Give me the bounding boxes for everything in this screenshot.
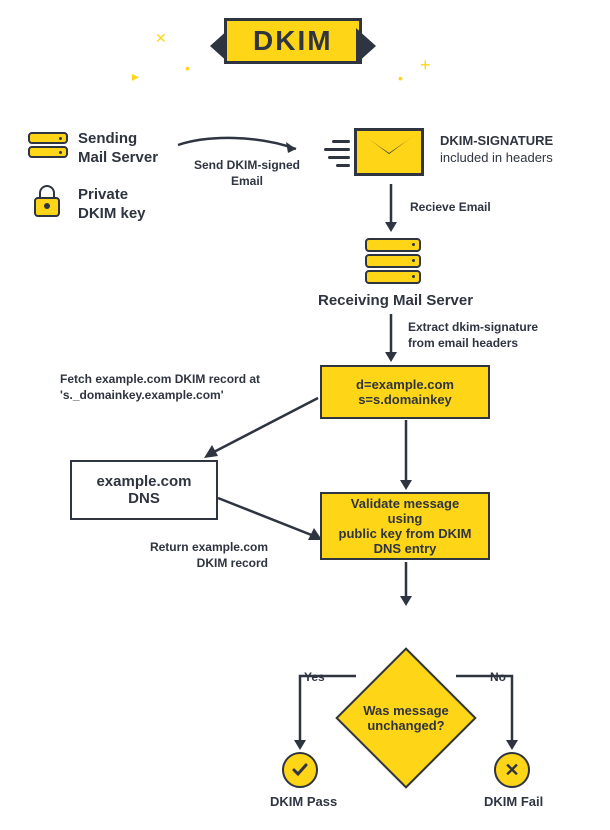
arrow-return-label: Return example.com DKIM record — [120, 540, 268, 571]
deco-plus: + — [420, 55, 431, 76]
arrow-dkim-to-validate — [400, 420, 420, 490]
label-line: Send DKIM-signed — [194, 158, 300, 172]
deco-sparkle: ✕ — [155, 30, 167, 47]
dns-box: example.com DNS — [70, 460, 218, 520]
envelope-icon — [354, 128, 424, 176]
pass-label: DKIM Pass — [270, 794, 337, 809]
label-line: Private — [78, 186, 128, 203]
label-line: DNS — [128, 490, 160, 507]
arrow-validate-to-decision — [400, 562, 420, 606]
label-line: Sending — [78, 130, 137, 147]
label-line: 's._domainkey.example.com' — [60, 388, 224, 402]
label-line: Validate message using — [332, 496, 478, 526]
label-line: DKIM record — [197, 556, 268, 570]
decision-line: unchanged? — [367, 718, 444, 733]
receiving-server-label: Receiving Mail Server — [318, 292, 473, 311]
label-line: public key from DKIM — [339, 526, 472, 541]
pass-circle — [282, 752, 318, 788]
sending-server-icon — [28, 132, 68, 160]
validate-box: Validate message using public key from D… — [320, 492, 490, 560]
arrow-no — [456, 676, 536, 756]
label-line: Extract dkim-signature — [408, 320, 538, 334]
dkim-record-box: d=example.com s=s.domainkey — [320, 365, 490, 419]
ribbon-tail-right — [356, 28, 376, 64]
dkim-signature-label: DKIM-SIGNATURE included in headers — [440, 133, 553, 167]
label-line: s=s.domainkey — [358, 392, 452, 407]
label-line: d=example.com — [356, 377, 454, 392]
arrow-fetch-label: Fetch example.com DKIM record at 's._dom… — [60, 372, 290, 403]
label-line: DNS entry — [374, 541, 437, 556]
arrow-extract-label: Extract dkim-signature from email header… — [408, 320, 538, 351]
receiving-server-icon — [365, 238, 421, 286]
label-line: example.com — [96, 473, 191, 490]
label-line: DKIM key — [78, 205, 146, 222]
sending-server-label: Sending Mail Server — [78, 130, 158, 168]
label-line: Fetch example.com DKIM record at — [60, 372, 260, 386]
label-line: DKIM-SIGNATURE — [440, 133, 553, 148]
label-line: Mail Server — [78, 149, 158, 166]
deco-tri: ▸ — [132, 68, 139, 85]
arrow-receive-label: Recieve Email — [410, 200, 491, 216]
deco-dot: • — [398, 70, 403, 86]
label-line: Email — [231, 174, 263, 188]
arrow-yes — [280, 676, 360, 756]
speed-lines — [320, 140, 350, 167]
arrow-fetch-dns — [200, 398, 320, 468]
title-ribbon: DKIM — [210, 18, 376, 64]
label-line: Recieve Email — [410, 200, 491, 214]
private-key-label: Private DKIM key — [78, 186, 146, 224]
fail-label: DKIM Fail — [484, 794, 543, 809]
label-line: Return example.com — [150, 540, 268, 554]
title-text: DKIM — [224, 18, 362, 64]
arrow-send-label: Send DKIM-signed Email — [192, 158, 302, 189]
deco-dot: • — [185, 60, 190, 76]
arrow-extract — [385, 314, 405, 362]
decision-line: Was message — [363, 703, 449, 718]
lock-icon — [34, 185, 60, 217]
label-line: included in headers — [440, 150, 553, 165]
label-line: Receiving Mail Server — [318, 292, 473, 309]
label-line: from email headers — [408, 336, 518, 350]
fail-circle: ✕ — [494, 752, 530, 788]
arrow-receive — [385, 184, 405, 232]
